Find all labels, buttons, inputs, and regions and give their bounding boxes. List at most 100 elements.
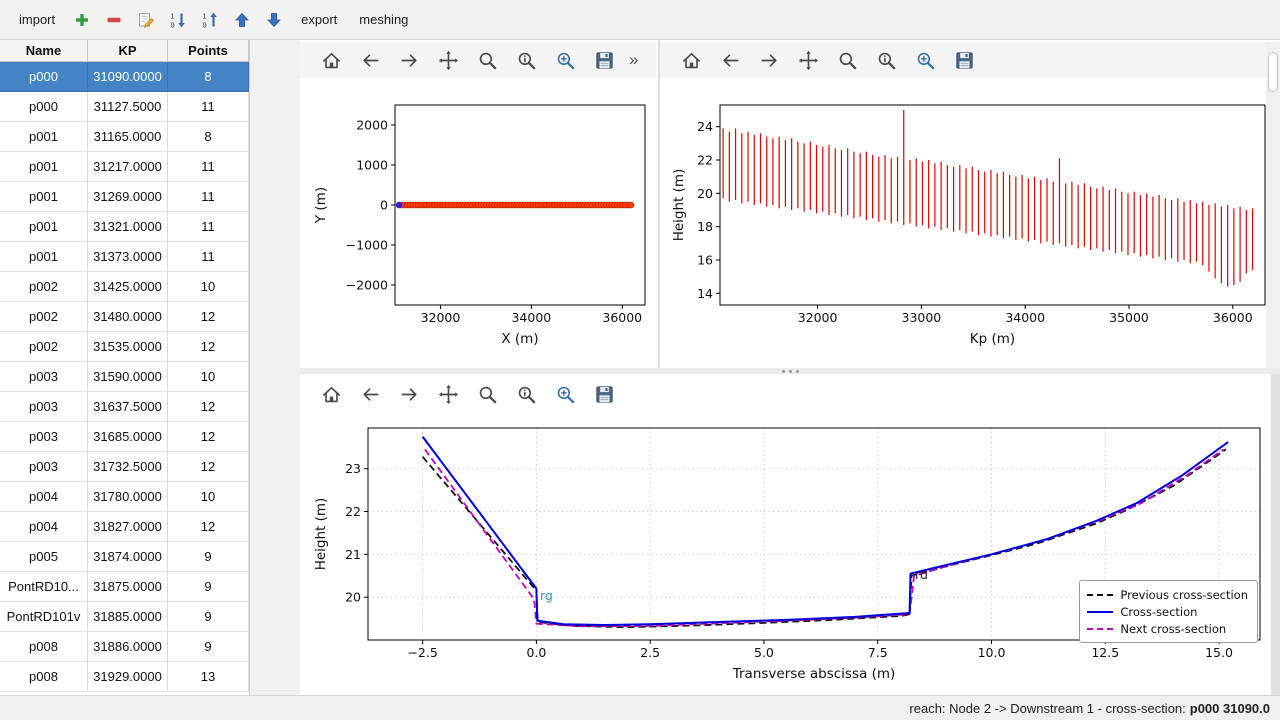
points-cell: 10 [168, 272, 249, 302]
back-button[interactable] [715, 45, 745, 75]
forward-button[interactable] [394, 45, 424, 75]
plan-plot[interactable]: 320003400036000−2000−1000010002000X (m)Y… [300, 80, 658, 368]
add-section-button[interactable] [68, 6, 96, 34]
table-row[interactable]: p00331732.500012 [0, 452, 249, 482]
back-button[interactable] [355, 379, 385, 409]
remove-section-button[interactable] [100, 6, 128, 34]
table-row[interactable]: p00831886.00009 [0, 632, 249, 662]
import-button[interactable]: import [10, 7, 64, 32]
home-button[interactable] [316, 379, 346, 409]
header-name[interactable]: Name [0, 40, 88, 61]
table-row[interactable]: p00431780.000010 [0, 482, 249, 512]
table-row[interactable]: p00231535.000012 [0, 332, 249, 362]
name-cell: p003 [0, 392, 88, 422]
table-row[interactable]: p00331590.000010 [0, 362, 249, 392]
kp-cell: 31373.0000 [88, 242, 168, 272]
table-row[interactable]: p00331685.000012 [0, 422, 249, 452]
points-cell: 12 [168, 422, 249, 452]
header-kp[interactable]: KP [88, 40, 168, 61]
kp-cell: 31165.0000 [88, 122, 168, 152]
points-cell: 8 [168, 122, 249, 152]
name-cell: p005 [0, 542, 88, 572]
plan-canvas[interactable]: 320003400036000−2000−1000010002000X (m)Y… [300, 80, 658, 368]
table-row[interactable]: p00031090.00008 [0, 62, 249, 92]
panel-divider [658, 40, 660, 368]
right-scrollbar[interactable] [1266, 42, 1280, 368]
arrow-down-icon [265, 11, 283, 29]
zoom-original-button[interactable] [511, 45, 541, 75]
points-cell: 9 [168, 542, 249, 572]
kp-cell: 31885.0000 [88, 602, 168, 632]
move-up-button[interactable] [228, 6, 256, 34]
zoom-icon [476, 49, 499, 72]
points-cell: 11 [168, 242, 249, 272]
svg-text:2.5: 2.5 [640, 645, 660, 660]
edit-section-button[interactable] [132, 6, 160, 34]
table-row[interactable]: p00131373.000011 [0, 242, 249, 272]
svg-text:1: 1 [203, 11, 207, 20]
zoom-original-icon [515, 383, 538, 406]
table-row[interactable]: p00131321.000011 [0, 212, 249, 242]
home-button[interactable] [676, 45, 706, 75]
sort-ascending-icon: 19 [201, 11, 219, 29]
save-button[interactable] [589, 379, 619, 409]
pan-button[interactable] [793, 45, 823, 75]
table-row[interactable]: p00131217.000011 [0, 152, 249, 182]
table-row[interactable]: PontRD101v31885.00009 [0, 602, 249, 632]
forward-button[interactable] [394, 379, 424, 409]
svg-text:9: 9 [171, 20, 175, 29]
back-button[interactable] [355, 45, 385, 75]
table-row[interactable]: p00431827.000012 [0, 512, 249, 542]
points-cell: 12 [168, 452, 249, 482]
forward-button[interactable] [754, 45, 784, 75]
zoom-original-button[interactable] [511, 379, 541, 409]
longitudinal-canvas[interactable]: 3200033000340003500036000141618202224Kp … [660, 80, 1280, 368]
pan-button[interactable] [433, 45, 463, 75]
meshing-button[interactable]: meshing [350, 7, 417, 32]
name-cell: p003 [0, 452, 88, 482]
horizontal-splitter[interactable] [300, 368, 1280, 374]
main-toolbar: import 19 19 export meshing [0, 0, 1280, 40]
pan-button[interactable] [433, 379, 463, 409]
zoom-select-button[interactable] [550, 45, 580, 75]
back-icon [359, 383, 382, 406]
kp-cell: 31732.5000 [88, 452, 168, 482]
svg-text:14: 14 [697, 286, 713, 301]
table-row[interactable]: p00031127.500011 [0, 92, 249, 122]
header-points[interactable]: Points [168, 40, 249, 61]
pan-icon [437, 383, 460, 406]
table-row[interactable]: p00531874.00009 [0, 542, 249, 572]
table-row[interactable]: p00131165.00008 [0, 122, 249, 152]
cross-section-canvas[interactable]: rgrd−2.50.02.55.07.510.012.515.020212223… [300, 410, 1280, 695]
zoom-button[interactable] [832, 45, 862, 75]
table-row[interactable]: p00331637.500012 [0, 392, 249, 422]
kp-cell: 31685.0000 [88, 422, 168, 452]
cross-section-plot[interactable]: rgrd−2.50.02.55.07.510.012.515.020212223… [300, 410, 1280, 695]
export-button[interactable]: export [292, 7, 346, 32]
move-down-button[interactable] [260, 6, 288, 34]
kp-cell: 31590.0000 [88, 362, 168, 392]
table-row[interactable]: p00831929.000013 [0, 662, 249, 692]
kp-cell: 31425.0000 [88, 272, 168, 302]
save-button[interactable] [949, 45, 979, 75]
right-scrollbar-lower[interactable] [1271, 374, 1280, 695]
svg-text:5.0: 5.0 [754, 645, 774, 660]
table-row[interactable]: PontRD10...31875.00009 [0, 572, 249, 602]
longitudinal-profile-plot[interactable]: 3200033000340003500036000141618202224Kp … [660, 80, 1280, 368]
zoom-button[interactable] [472, 379, 502, 409]
zoom-original-button[interactable] [871, 45, 901, 75]
zoom-button[interactable] [472, 45, 502, 75]
sort-ascending-button[interactable]: 19 [196, 6, 224, 34]
table-body: p00031090.00008p00031127.500011p00131165… [0, 62, 249, 692]
points-cell: 11 [168, 92, 249, 122]
toolbar-overflow-button[interactable]: » [629, 50, 638, 70]
zoom-select-button[interactable] [550, 379, 580, 409]
sort-descending-button[interactable]: 19 [164, 6, 192, 34]
table-row[interactable]: p00231425.000010 [0, 272, 249, 302]
save-button[interactable] [589, 45, 619, 75]
table-row[interactable]: p00231480.000012 [0, 302, 249, 332]
right-scrollbar-thumb[interactable] [1268, 52, 1278, 92]
home-button[interactable] [316, 45, 346, 75]
table-row[interactable]: p00131269.000011 [0, 182, 249, 212]
zoom-select-button[interactable] [910, 45, 940, 75]
